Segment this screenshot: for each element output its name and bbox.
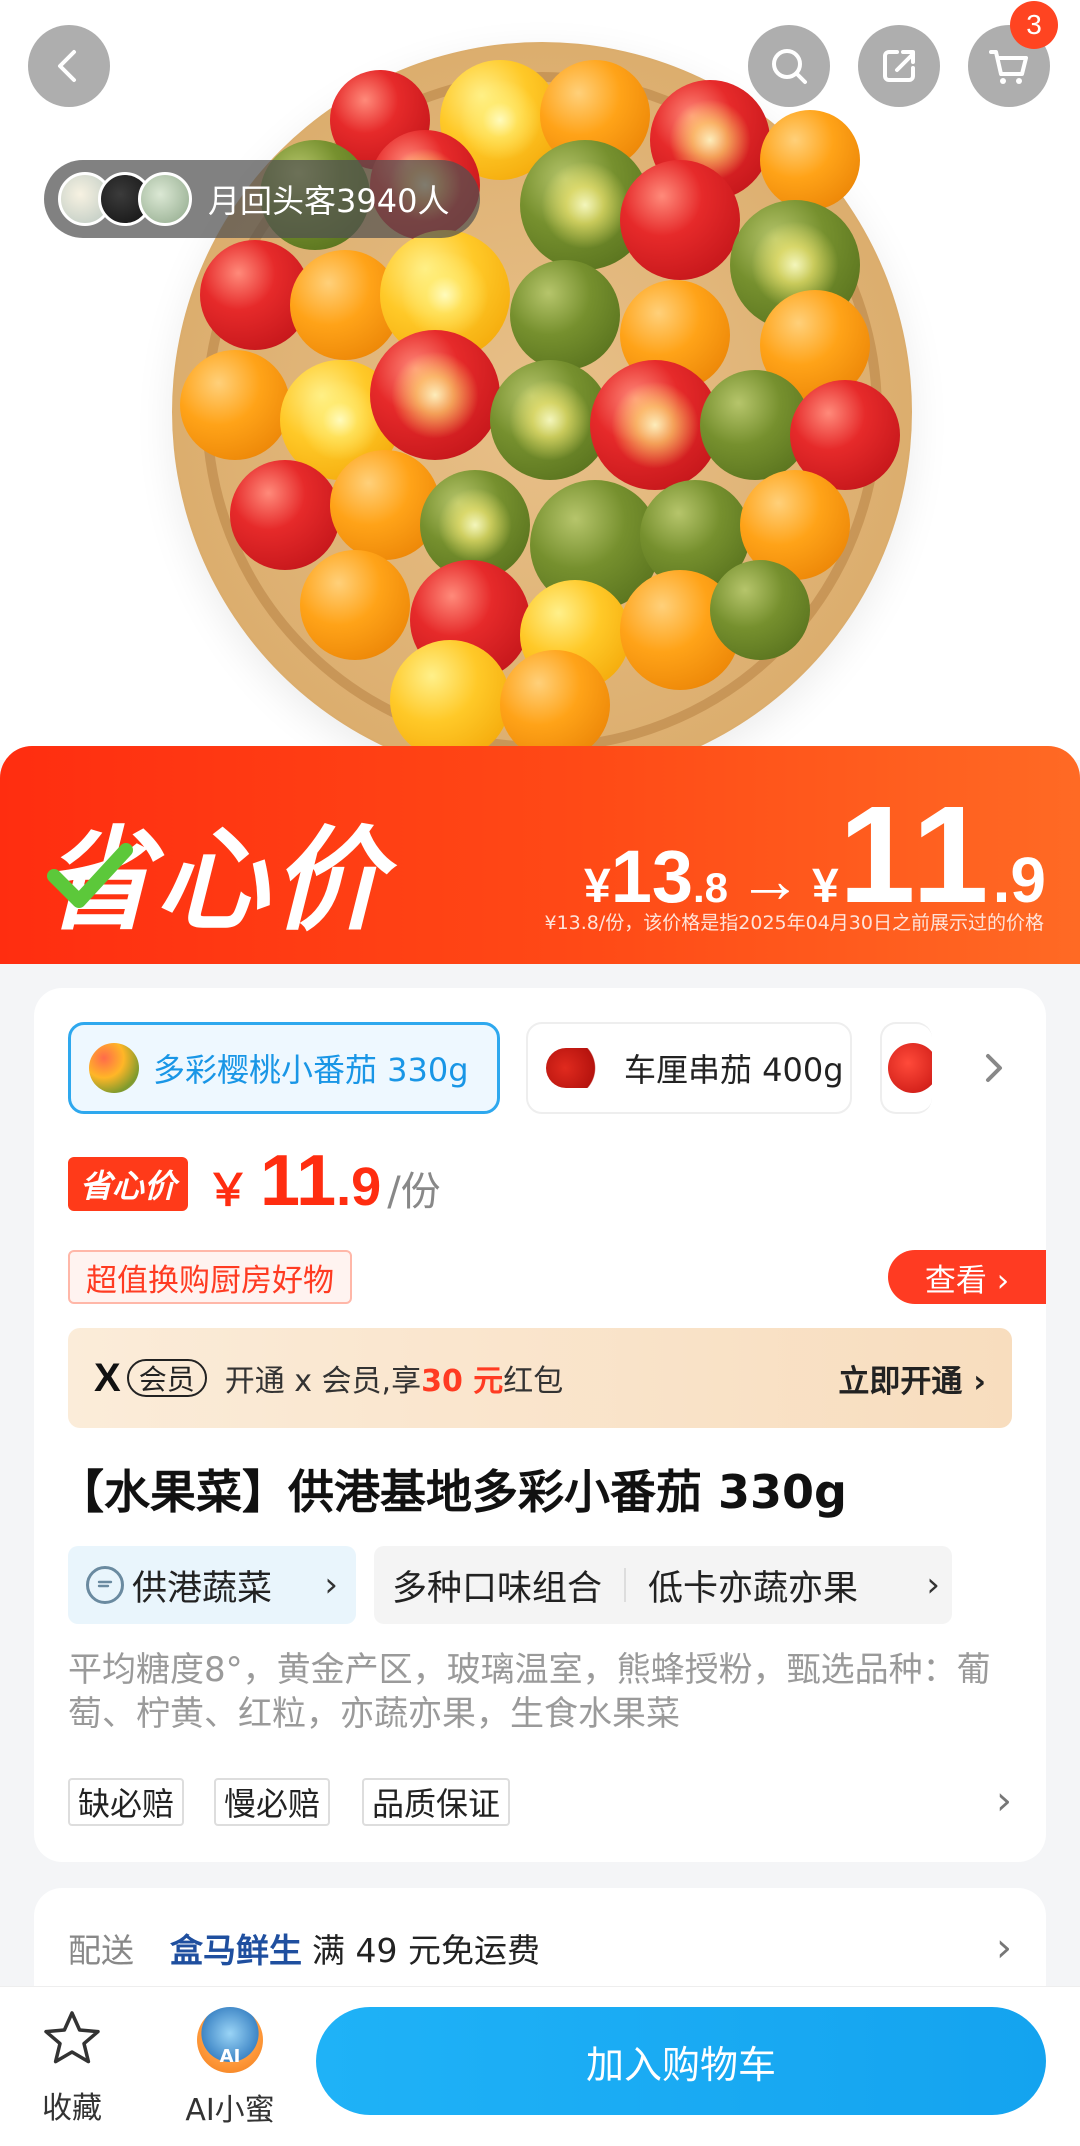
feature-primary-label: 供港蔬菜: [132, 1568, 273, 1609]
favorite-label: 收藏: [42, 2091, 102, 2126]
star-icon: [44, 2011, 100, 2064]
guarantee-badge: 缺必赔: [68, 1778, 185, 1826]
price-unit: /份: [387, 1169, 441, 1215]
product-title: 【水果菜】供港基地多彩小番茄 330g: [58, 1465, 847, 1519]
add-to-cart-button[interactable]: 加入购物车: [316, 2007, 1046, 2115]
product-info-card: 多彩樱桃小番茄 330g 车厘串茄 400g 省心价 ￥ 11 .9 /份 超值…: [34, 988, 1046, 1862]
member-chip: 会员: [126, 1359, 207, 1397]
tomato: [510, 260, 620, 370]
share-icon: [883, 50, 915, 82]
sku-thumbnail: [888, 1043, 932, 1093]
delivery-label: 配送: [68, 1931, 134, 1970]
currency-symbol: ￥: [206, 1166, 251, 1215]
feature-primary[interactable]: 供港蔬菜 ›: [68, 1546, 356, 1624]
sku-option[interactable]: [880, 1022, 932, 1114]
back-button[interactable]: [28, 25, 110, 107]
avatar: [138, 172, 192, 226]
sku-thumbnail: [546, 1048, 610, 1088]
currency-symbol: ¥: [812, 860, 839, 913]
cart-count-badge: 3: [1010, 1, 1058, 49]
chevron-right-icon[interactable]: ›: [996, 1778, 1012, 1824]
tomato: [500, 650, 610, 760]
price-banner: 省心价 ¥ 13 .8 → ¥ 11 .9 ¥13.8/份，该价格是指2025年…: [0, 746, 1080, 964]
sku-label: 多彩樱桃小番茄 330g: [153, 1051, 469, 1089]
chevron-right-icon[interactable]: [974, 1048, 1014, 1088]
guarantee-badge: 品质保证: [362, 1778, 511, 1826]
price-decimal: .9: [336, 1157, 382, 1217]
product-image-area[interactable]: 3 月回头客3940人: [0, 0, 1080, 760]
price-integer: 11: [260, 1141, 337, 1221]
sku-thumbnail: [89, 1043, 139, 1093]
chevron-right-icon: ›: [996, 1925, 1012, 1971]
sku-option[interactable]: 车厘串茄 400g: [526, 1022, 852, 1114]
member-banner[interactable]: X 会员 开通 x 会员,享 30 元 红包 立即开通 ›: [68, 1328, 1012, 1428]
checkmark-icon: [47, 843, 133, 908]
share-button[interactable]: [858, 25, 940, 107]
ai-assistant-icon: AI: [197, 2007, 263, 2073]
tomato: [620, 160, 740, 280]
tomato: [300, 550, 410, 660]
delivery-brand: 盒马鲜生: [170, 1931, 302, 1970]
member-activate-button[interactable]: 立即开通 ›: [838, 1356, 986, 1401]
sku-option-selected[interactable]: 多彩樱桃小番茄 330g: [68, 1022, 500, 1114]
currency-symbol: ¥: [583, 860, 611, 913]
bottom-action-bar: 收藏 AI AI小蜜 加入购物车: [0, 1986, 1080, 2146]
repeat-customers-pill: 月回头客3940人: [44, 160, 480, 238]
promo-tag[interactable]: 超值换购厨房好物: [68, 1250, 352, 1304]
member-logo-icon: X: [94, 1355, 121, 1400]
original-price-decimal: .8: [693, 864, 729, 911]
ai-badge-text: AI: [219, 2046, 241, 2067]
tomato: [390, 640, 510, 760]
price-row: 省心价 ￥ 11 .9 /份: [68, 1140, 441, 1222]
chevron-left-icon: [58, 50, 76, 82]
tomato: [180, 350, 290, 460]
feature-tags[interactable]: 多种口味组合 低卡亦蔬亦果 ›: [374, 1546, 952, 1624]
ship-icon: [86, 1566, 124, 1604]
search-icon: [772, 49, 807, 84]
chevron-right-icon: ›: [324, 1565, 338, 1605]
repeat-customers-text: 月回头客3940人: [208, 182, 450, 220]
member-amount: 30 元: [421, 1364, 504, 1399]
delivery-text: 满 49 元免运费: [312, 1931, 540, 1970]
member-text: 开通 x 会员,享: [224, 1364, 422, 1399]
tomato: [370, 330, 500, 460]
ai-assistant-label: AI小蜜: [185, 2093, 275, 2128]
original-price-integer: 13: [610, 835, 693, 918]
arrow-right-icon: →: [738, 844, 803, 916]
feature-tag: 多种口味组合: [392, 1568, 603, 1609]
product-description: 平均糖度8°，黄金产区，玻璃温室，熊蜂授粉，甄选品种：葡萄、柠黄、红粒，亦蔬亦果…: [68, 1650, 991, 1734]
cart-icon: [989, 50, 1028, 84]
chevron-right-icon: ›: [918, 1565, 940, 1605]
view-button[interactable]: 查看 ›: [888, 1250, 1046, 1304]
ai-assistant-button[interactable]: AI AI小蜜: [170, 2007, 290, 2129]
tomato: [760, 110, 860, 210]
tomato: [710, 560, 810, 660]
member-text-suffix: 红包: [503, 1364, 564, 1399]
sku-label: 车厘串茄 400g: [624, 1051, 844, 1089]
current-price-decimal: .9: [992, 844, 1046, 916]
guarantee-badge: 慢必赔: [214, 1778, 331, 1826]
tomato: [230, 460, 340, 570]
price-note: ¥13.8/份，该价格是指2025年04月30日之前展示过的价格: [544, 912, 1044, 934]
price-badge: 省心价: [68, 1157, 189, 1211]
feature-tag: 低卡亦蔬亦果: [648, 1568, 859, 1609]
favorite-button[interactable]: 收藏: [12, 2007, 132, 2127]
divider: [624, 1568, 627, 1602]
search-button[interactable]: [748, 25, 830, 107]
